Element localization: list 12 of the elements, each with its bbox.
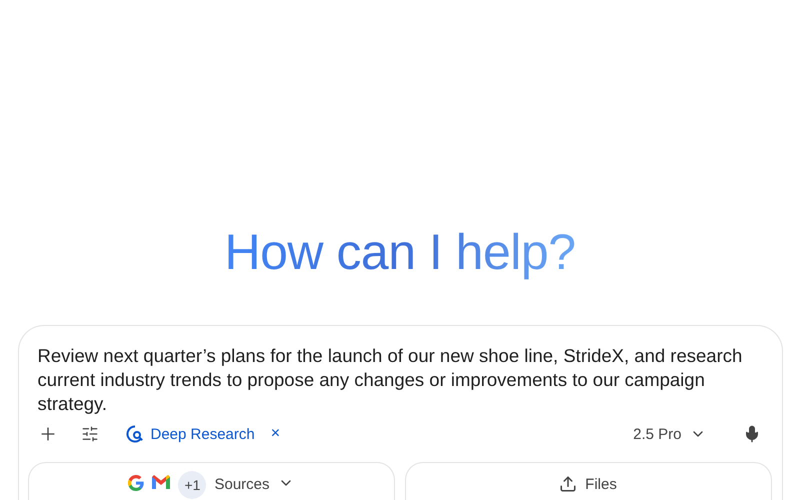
google-logo-icon [128, 475, 144, 491]
upload-icon [559, 475, 578, 493]
sources-button[interactable]: +1 Sources [28, 462, 394, 500]
extra-count: +1 [178, 471, 206, 499]
tools-button[interactable] [80, 424, 100, 444]
model-selector[interactable]: 2.5 Pro [633, 426, 706, 442]
globe-search-icon [126, 425, 144, 443]
prompt-input[interactable]: Review next quarter’s plans for the launch of our new shoe line, StrideX, and research current industry trends to propose any changes or improvements to our campaign strategy. [38, 344, 762, 416]
files-button[interactable]: Files [404, 462, 772, 500]
deep-research-chip[interactable]: Deep Research [126, 425, 255, 443]
mail-logo-icon [152, 475, 170, 489]
remove-chip-button[interactable]: × [262, 425, 280, 443]
